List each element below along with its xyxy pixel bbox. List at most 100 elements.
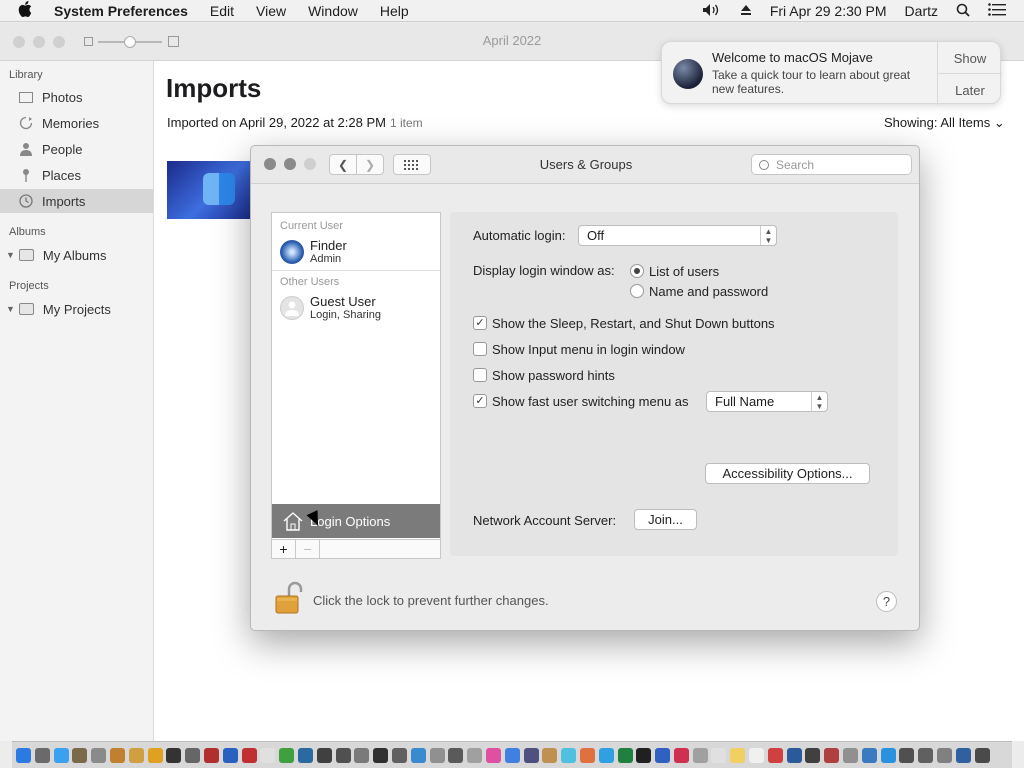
dock-app-icon[interactable] xyxy=(843,747,859,763)
dock-app-icon[interactable] xyxy=(861,747,877,763)
dock-app-icon[interactable] xyxy=(786,747,802,763)
checkbox-sleep-buttons-label[interactable]: Show the Sleep, Restart, and Shut Down b… xyxy=(492,316,775,331)
dock-app-icon[interactable] xyxy=(279,747,295,763)
close-button[interactable] xyxy=(264,158,276,170)
dock-app-icon[interactable] xyxy=(241,747,257,763)
zoom-button[interactable] xyxy=(53,36,65,48)
sidebar-item-people[interactable]: People xyxy=(0,137,153,161)
dock-app-icon[interactable] xyxy=(711,747,727,763)
menu-window[interactable]: Window xyxy=(308,3,358,19)
menu-help[interactable]: Help xyxy=(380,3,409,19)
dock-app-icon[interactable] xyxy=(316,747,332,763)
forward-button[interactable]: ❯ xyxy=(356,154,384,175)
checkbox-password-hints-label[interactable]: Show password hints xyxy=(492,368,615,383)
dock-app-icon[interactable] xyxy=(937,747,953,763)
help-button[interactable]: ? xyxy=(876,591,897,612)
eject-icon[interactable] xyxy=(740,3,752,19)
sidebar-item-places[interactable]: Places xyxy=(0,163,153,187)
sidebar-item-memories[interactable]: Memories xyxy=(0,111,153,135)
radio-name-and-password[interactable] xyxy=(630,284,644,298)
dock-app-icon[interactable] xyxy=(617,747,633,763)
dock-app-icon[interactable] xyxy=(824,747,840,763)
back-button[interactable]: ❮ xyxy=(329,154,357,175)
dock-app-icon[interactable] xyxy=(692,747,708,763)
photo-thumbnail[interactable] xyxy=(167,161,253,219)
zoom-button[interactable] xyxy=(304,158,316,170)
dock-app-icon[interactable] xyxy=(899,747,915,763)
fast-switching-popup[interactable]: Full Name ▲ ▼ xyxy=(706,391,828,412)
checkbox-fast-user-switching[interactable]: ✓ xyxy=(473,394,487,408)
unlocked-lock-icon[interactable] xyxy=(273,581,303,615)
search-input[interactable]: Search xyxy=(751,154,912,175)
dock-app-icon[interactable] xyxy=(429,747,445,763)
dock-app-icon[interactable] xyxy=(53,747,69,763)
dock-app-icon[interactable] xyxy=(561,747,577,763)
dock-app-icon[interactable] xyxy=(579,747,595,763)
dock-app-icon[interactable] xyxy=(542,747,558,763)
dock-app-icon[interactable] xyxy=(297,747,313,763)
dock-app-icon[interactable] xyxy=(147,747,163,763)
dock-app-icon[interactable] xyxy=(485,747,501,763)
dock-app-icon[interactable] xyxy=(391,747,407,763)
dock-app-icon[interactable] xyxy=(203,747,219,763)
list-item-finder[interactable]: Finder Admin xyxy=(280,235,347,269)
slider-knob[interactable] xyxy=(124,36,136,48)
checkbox-password-hints[interactable] xyxy=(473,368,487,382)
dock-app-icon[interactable] xyxy=(72,747,88,763)
dock-app-icon[interactable] xyxy=(749,747,765,763)
apple-menu-icon[interactable] xyxy=(18,0,40,21)
user-menu[interactable]: Dartz xyxy=(905,3,938,19)
menu-view[interactable]: View xyxy=(256,3,286,19)
minimize-button[interactable] xyxy=(33,36,45,48)
dock-app-icon[interactable] xyxy=(880,747,896,763)
dock-app-icon[interactable] xyxy=(805,747,821,763)
dock-app-icon[interactable] xyxy=(523,747,539,763)
dock-app-icon[interactable] xyxy=(636,747,652,763)
notification-banner[interactable]: Welcome to macOS Mojave Take a quick tou… xyxy=(661,41,1002,105)
dock-app-icon[interactable] xyxy=(598,747,614,763)
volume-icon[interactable] xyxy=(702,3,722,20)
showing-filter[interactable]: Showing: All Items ⌄ xyxy=(884,115,1005,131)
app-menu[interactable]: System Preferences xyxy=(54,3,188,19)
dock-app-icon[interactable] xyxy=(974,747,990,763)
dock-app-icon[interactable] xyxy=(918,747,934,763)
sidebar-item-my-projects[interactable]: ▼ My Projects xyxy=(0,297,153,321)
login-options-item[interactable]: Login Options xyxy=(272,504,440,538)
notification-center-icon[interactable] xyxy=(988,3,1006,19)
dock-app-icon[interactable] xyxy=(91,747,107,763)
radio-list-of-users-label[interactable]: List of users xyxy=(649,264,719,279)
dock-app-icon[interactable] xyxy=(335,747,351,763)
dock-app-icon[interactable] xyxy=(16,747,31,763)
thumbnail-size-slider[interactable] xyxy=(84,35,180,49)
accessibility-options-button[interactable]: Accessibility Options... xyxy=(705,463,870,484)
notification-show-button[interactable]: Show xyxy=(938,51,1002,66)
radio-list-of-users[interactable] xyxy=(630,264,644,278)
dock-app-icon[interactable] xyxy=(260,747,276,763)
dock-app-icon[interactable] xyxy=(354,747,370,763)
dock-app-icon[interactable] xyxy=(109,747,125,763)
dock-app-icon[interactable] xyxy=(222,747,238,763)
checkbox-input-menu[interactable] xyxy=(473,342,487,356)
minimize-button[interactable] xyxy=(284,158,296,170)
sidebar-item-imports[interactable]: Imports xyxy=(0,189,153,213)
dock-app-icon[interactable] xyxy=(128,747,144,763)
checkbox-sleep-buttons[interactable]: ✓ xyxy=(473,316,487,330)
remove-user-button[interactable]: − xyxy=(296,540,320,558)
dock-app-icon[interactable] xyxy=(504,747,520,763)
spotlight-icon[interactable] xyxy=(956,3,970,20)
close-button[interactable] xyxy=(13,36,25,48)
menu-edit[interactable]: Edit xyxy=(210,3,234,19)
showing-value[interactable]: All Items xyxy=(940,115,990,130)
dock-app-icon[interactable] xyxy=(373,747,389,763)
automatic-login-popup[interactable]: Off ▲ ▼ xyxy=(578,225,777,246)
dock-app-icon[interactable] xyxy=(767,747,783,763)
dock-app-icon[interactable] xyxy=(730,747,746,763)
disclosure-triangle-icon[interactable]: ▼ xyxy=(6,250,15,260)
checkbox-input-menu-label[interactable]: Show Input menu in login window xyxy=(492,342,685,357)
checkbox-fast-user-switching-label[interactable]: Show fast user switching menu as xyxy=(492,394,689,409)
sidebar-item-my-albums[interactable]: ▼ My Albums xyxy=(0,243,153,267)
dock-app-icon[interactable] xyxy=(34,747,50,763)
dock-app-icon[interactable] xyxy=(655,747,671,763)
radio-name-and-password-label[interactable]: Name and password xyxy=(649,284,768,299)
dock-app-icon[interactable] xyxy=(448,747,464,763)
